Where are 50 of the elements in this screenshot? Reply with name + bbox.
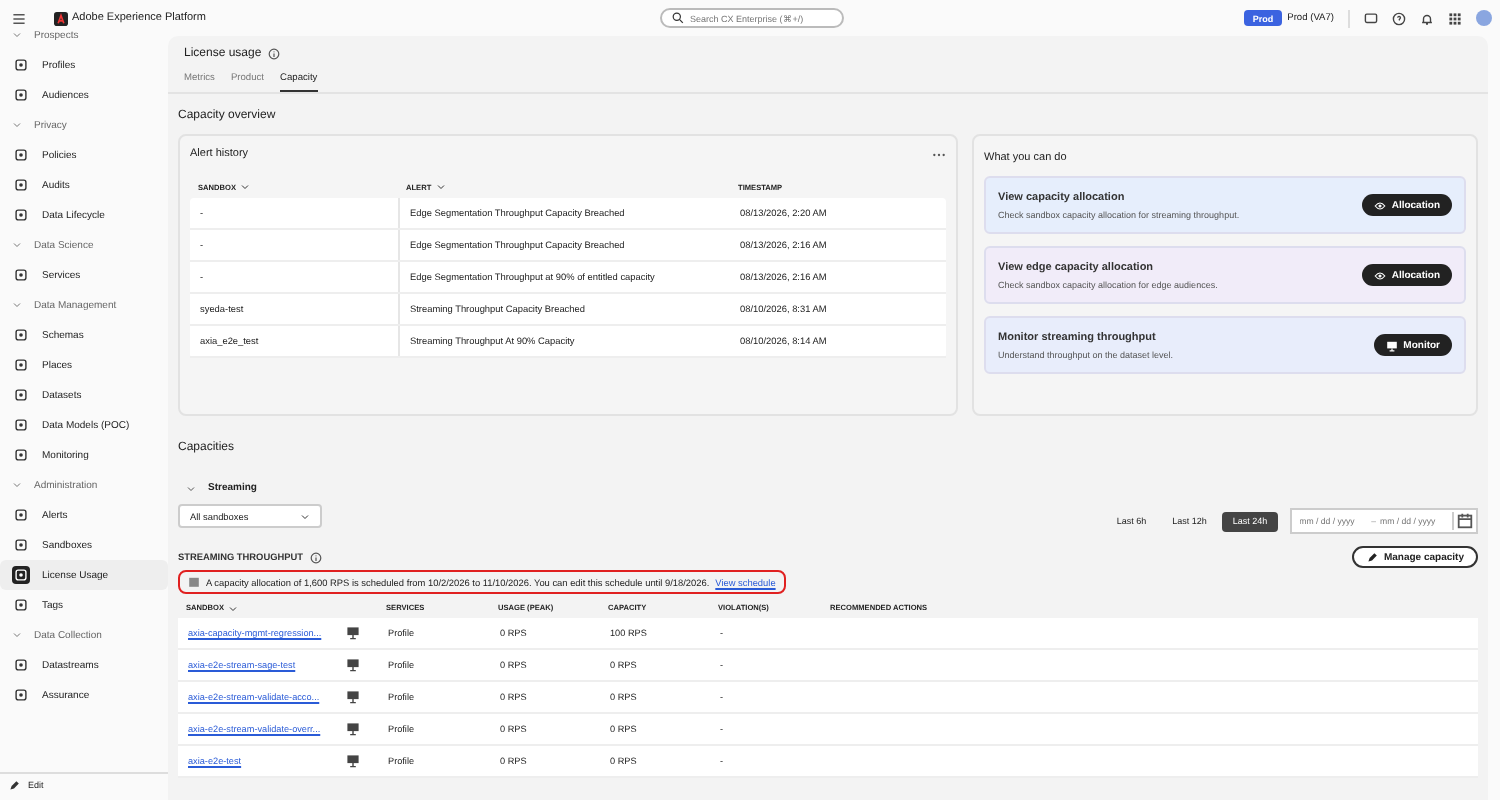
- info-icon[interactable]: [309, 551, 321, 563]
- help-icon[interactable]: [1392, 11, 1406, 25]
- chevron-icon: [12, 30, 22, 40]
- square-icon: [12, 536, 30, 554]
- caret-icon: [228, 603, 238, 613]
- square-icon: [12, 506, 30, 524]
- pencil-icon: [8, 779, 20, 791]
- pencil-icon: [1365, 551, 1378, 563]
- monitor-icon[interactable]: [346, 754, 360, 768]
- square-icon: [12, 446, 30, 464]
- eye-icon: [1373, 199, 1386, 211]
- eye-icon: [1373, 269, 1386, 281]
- square-icon: [12, 86, 30, 104]
- square-icon: [12, 206, 30, 224]
- chevron-icon: [12, 240, 22, 250]
- search-icon: [672, 12, 684, 24]
- square-icon: [12, 56, 30, 74]
- square-icon: [12, 596, 30, 614]
- square-icon: [12, 566, 30, 584]
- monitor-icon[interactable]: [346, 722, 360, 736]
- caret-icon: [300, 511, 310, 521]
- monitor-icon: [1385, 339, 1398, 351]
- menu-icon[interactable]: [12, 11, 26, 25]
- square-icon: [12, 386, 30, 404]
- monitor-icon[interactable]: [346, 690, 360, 704]
- apps-icon[interactable]: [1448, 11, 1462, 25]
- chevron-icon: [12, 120, 22, 130]
- calendar-icon: [188, 576, 200, 588]
- chevron-icon: [186, 483, 196, 493]
- square-icon: [12, 326, 30, 344]
- square-icon: [12, 356, 30, 374]
- monitor-icon[interactable]: [346, 626, 360, 640]
- caret-icon: [240, 182, 250, 192]
- logo-icon: [54, 11, 68, 25]
- info-icon[interactable]: [267, 48, 280, 60]
- chat-icon[interactable]: [1364, 11, 1378, 25]
- chevron-icon: [12, 480, 22, 490]
- square-icon: [12, 416, 30, 434]
- chevron-icon: [12, 300, 22, 310]
- square-icon: [12, 146, 30, 164]
- monitor-icon[interactable]: [346, 658, 360, 672]
- square-icon: [12, 656, 30, 674]
- chevron-icon: [12, 630, 22, 640]
- calendar-icon[interactable]: [1452, 512, 1476, 530]
- caret-icon: [435, 182, 446, 192]
- square-icon: [12, 176, 30, 194]
- square-icon: [12, 266, 30, 284]
- more-icon[interactable]: [932, 151, 946, 157]
- square-icon: [12, 686, 30, 704]
- notification-icon[interactable]: [1420, 11, 1434, 25]
